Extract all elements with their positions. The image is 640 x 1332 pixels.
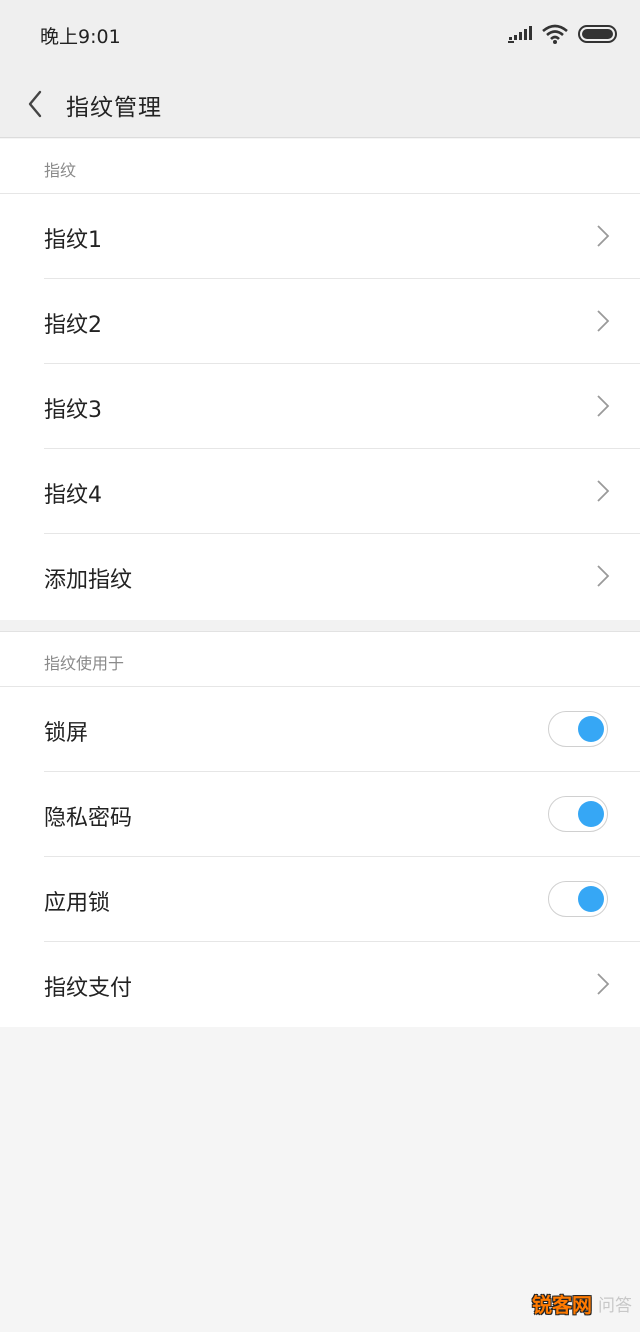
signal-icon xyxy=(508,26,532,43)
app-lock-label: 应用锁 xyxy=(44,891,111,916)
fingerprint-payment-label: 指纹支付 xyxy=(44,976,133,1001)
watermark-brand: 锐客网 xyxy=(532,1293,592,1317)
fingerprint-item-4[interactable]: 指纹4 xyxy=(44,449,640,534)
lock-screen-label: 锁屏 xyxy=(44,721,89,746)
chevron-right-icon xyxy=(597,310,610,332)
lock-screen-toggle[interactable] xyxy=(548,711,608,747)
fingerprint-payment-item[interactable]: 指纹支付 xyxy=(44,942,640,1027)
page-title: 指纹管理 xyxy=(66,95,162,121)
add-fingerprint-item[interactable]: 添加指纹 xyxy=(44,534,640,619)
section-header-usage: 指纹使用于 xyxy=(0,632,640,687)
section-divider xyxy=(0,620,640,631)
fingerprint-item-1[interactable]: 指纹1 xyxy=(44,194,640,279)
lock-screen-item: 锁屏 xyxy=(44,687,640,772)
toggle-knob xyxy=(578,716,604,742)
section-header-label: 指纹 xyxy=(44,161,77,180)
privacy-password-toggle[interactable] xyxy=(548,796,608,832)
app-lock-toggle[interactable] xyxy=(548,881,608,917)
chevron-right-icon xyxy=(597,225,610,247)
battery-icon xyxy=(578,25,617,43)
privacy-password-item: 隐私密码 xyxy=(44,772,640,857)
toggle-knob xyxy=(578,886,604,912)
status-bar: 晚上9:01 xyxy=(0,0,640,70)
watermark-faded: 问答 xyxy=(598,1296,632,1316)
chevron-left-icon xyxy=(28,90,42,118)
chevron-right-icon xyxy=(597,395,610,417)
back-button[interactable] xyxy=(18,84,52,124)
wifi-icon xyxy=(542,24,568,44)
section-header-fingerprints: 指纹 xyxy=(0,139,640,194)
chevron-right-icon xyxy=(597,973,610,995)
add-fingerprint-label: 添加指纹 xyxy=(44,568,133,593)
privacy-password-label: 隐私密码 xyxy=(44,806,133,831)
app-header: 指纹管理 xyxy=(0,70,640,138)
app-lock-item: 应用锁 xyxy=(44,857,640,942)
watermark: 锐客网 问答 xyxy=(532,1289,632,1318)
status-time: 晚上9:01 xyxy=(40,26,121,48)
section-header-label: 指纹使用于 xyxy=(44,654,125,673)
chevron-right-icon xyxy=(597,565,610,587)
fingerprint-item-label: 指纹1 xyxy=(44,228,102,253)
fingerprint-item-label: 指纹4 xyxy=(44,483,102,508)
usage-section: 指纹使用于 锁屏 隐私密码 应用锁 指纹支付 xyxy=(0,631,640,1027)
fingerprint-item-2[interactable]: 指纹2 xyxy=(44,279,640,364)
fingerprint-item-3[interactable]: 指纹3 xyxy=(44,364,640,449)
fingerprints-section: 指纹 指纹1 指纹2 指纹3 指纹4 添加指纹 xyxy=(0,139,640,620)
status-icons xyxy=(508,20,618,48)
fingerprint-item-label: 指纹2 xyxy=(44,313,102,338)
chevron-right-icon xyxy=(597,480,610,502)
toggle-knob xyxy=(578,801,604,827)
fingerprint-item-label: 指纹3 xyxy=(44,398,102,423)
